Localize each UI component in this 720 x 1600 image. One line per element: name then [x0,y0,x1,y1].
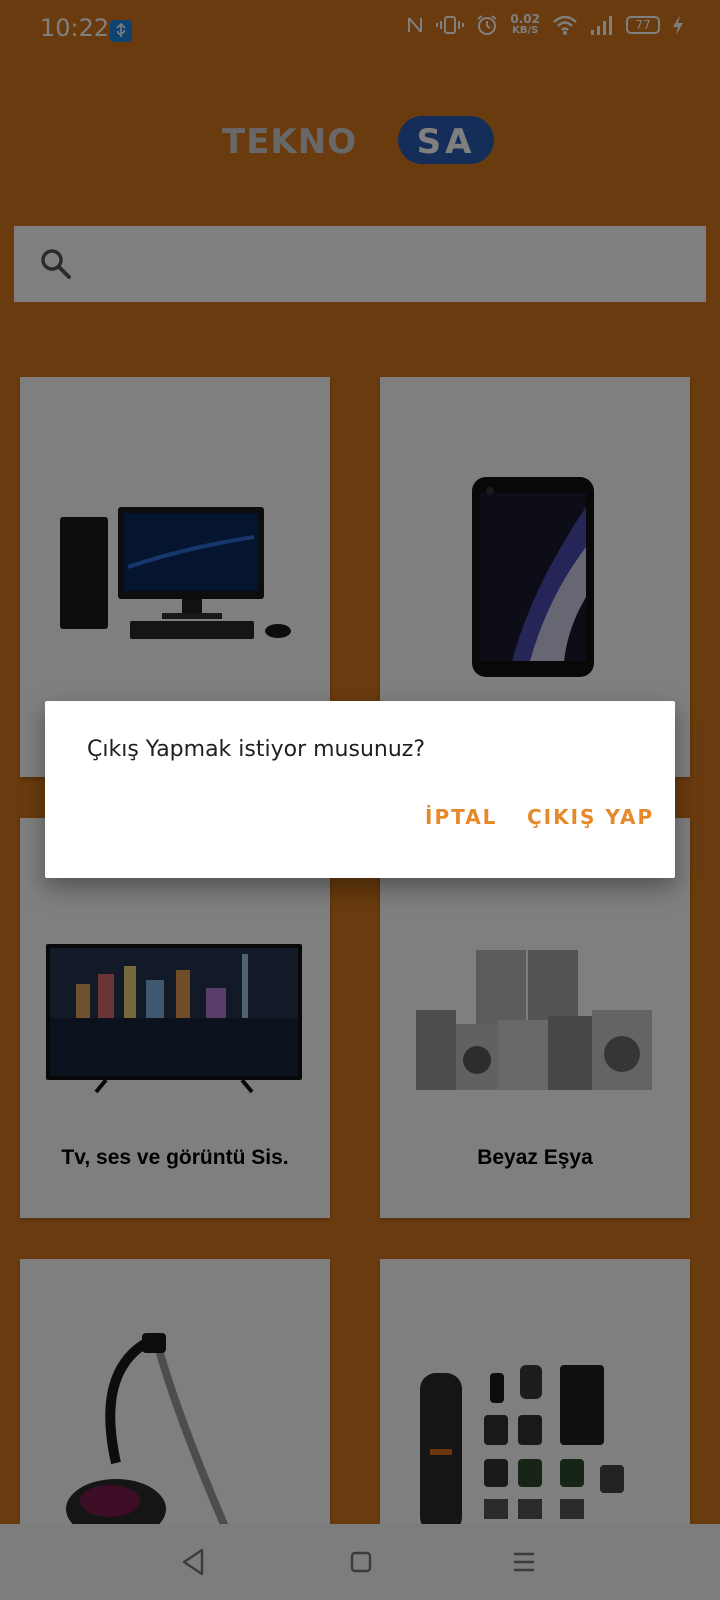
cancel-button[interactable]: İPTAL [425,805,497,829]
logout-button[interactable]: ÇIKIŞ YAP [527,805,654,829]
app-screen: 10:22 0.02 KB/S 77 TEKNO SA [0,0,720,1600]
logout-confirm-dialog: Çıkış Yapmak istiyor musunuz? İPTAL ÇIKI… [45,701,675,878]
dialog-message: Çıkış Yapmak istiyor musunuz? [87,737,426,762]
